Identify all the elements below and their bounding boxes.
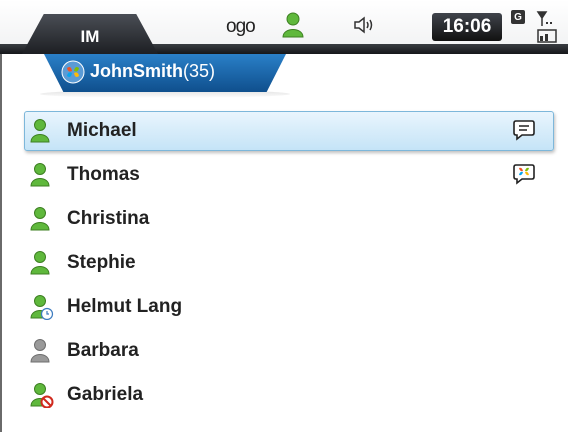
contact-name: Michael (67, 120, 137, 141)
contact-online-icon (30, 250, 54, 281)
signal-strength-icon (536, 10, 558, 49)
account-username: JohnSmith (90, 61, 183, 81)
gprs-indicator: G (511, 10, 525, 24)
contact-row[interactable]: Stephie (0, 241, 568, 285)
tab-im-label: IM (80, 27, 100, 46)
contact-row[interactable]: Michael (0, 109, 568, 153)
contact-name: Thomas (67, 164, 140, 185)
contact-row[interactable]: Thomas (0, 153, 568, 197)
contact-offline-icon (30, 338, 54, 369)
contact-row[interactable]: Barbara (0, 329, 568, 373)
contact-row[interactable]: Christina (0, 197, 568, 241)
contact-online-icon (30, 206, 54, 237)
tab-im[interactable]: IM (22, 14, 158, 54)
contact-name: Stephie (67, 252, 136, 273)
speaker-icon[interactable] (352, 14, 376, 41)
contact-list: Michael Thomas Christina Stephie Helmut Lang… (0, 109, 568, 417)
clock: 16:06 (432, 13, 502, 41)
contact-name: Christina (67, 208, 150, 229)
contact-away-icon (30, 294, 54, 325)
contact-blocked-icon (30, 382, 54, 413)
contact-row[interactable]: Gabriela (0, 373, 568, 417)
contact-name: Helmut Lang (67, 296, 183, 317)
presence-status-icon[interactable] (282, 12, 304, 43)
contact-name: Barbara (67, 340, 139, 361)
contact-online-icon (30, 162, 54, 193)
contact-name: Gabriela (67, 384, 144, 405)
account-name: JohnSmith(35) (90, 61, 215, 82)
network-operator-label: ogo (226, 16, 256, 37)
msn-butterfly-icon (61, 60, 85, 89)
msn-chat-icon[interactable] (512, 162, 536, 191)
contact-online-icon (30, 118, 54, 149)
contact-row[interactable]: Helmut Lang (0, 285, 568, 329)
account-contact-count: (35) (183, 61, 216, 81)
message-icon[interactable] (512, 118, 536, 147)
